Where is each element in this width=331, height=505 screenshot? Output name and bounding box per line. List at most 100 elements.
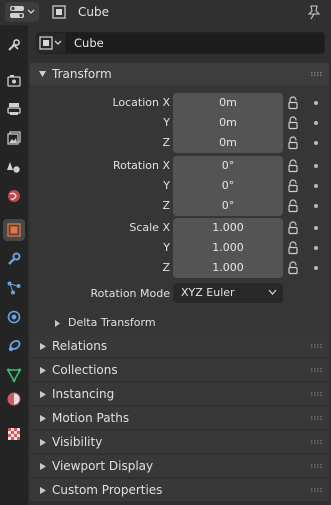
chevron-down-icon (39, 71, 46, 77)
location-z-keyframe-dot[interactable] (314, 141, 318, 145)
drag-grip-icon[interactable] (311, 392, 323, 396)
panel-header-instancing[interactable]: Instancing (30, 383, 329, 405)
panel-title: Instancing (52, 387, 115, 401)
rotation-x-field[interactable]: 0° (173, 156, 283, 176)
rotation-x-lock-icon[interactable] (287, 159, 301, 173)
location-z-field[interactable]: 0m (173, 133, 283, 153)
object-name-field[interactable]: Cube (66, 32, 325, 54)
scale-z-lock-icon[interactable] (287, 261, 301, 275)
panel-title: Custom Properties (52, 483, 163, 497)
chevron-right-icon (40, 391, 46, 398)
location-z-lock-icon[interactable] (287, 136, 301, 150)
material-sphere-icon (7, 392, 21, 406)
tab-tool[interactable] (3, 34, 25, 56)
object-cube-icon (52, 5, 66, 19)
tab-world[interactable] (3, 185, 25, 207)
object-browse-dropdown[interactable] (36, 32, 66, 54)
pin-icon[interactable] (307, 4, 321, 20)
panel-title: Visibility (52, 435, 103, 449)
transform-panel-header[interactable]: Transform (30, 63, 329, 85)
render-camera-icon (7, 75, 21, 87)
chevron-right-icon (40, 463, 46, 470)
rotation-mode-select[interactable]: XYZ Euler (173, 283, 283, 303)
drag-grip-icon[interactable] (311, 416, 323, 420)
location-y-keyframe-dot[interactable] (314, 121, 318, 125)
delta-transform-header[interactable]: Delta Transform (32, 313, 331, 333)
scale-y-field[interactable]: 1.000 (173, 238, 283, 258)
rotation-y-lock-icon[interactable] (287, 179, 301, 193)
tab-constraints[interactable] (3, 335, 25, 357)
tab-output[interactable] (3, 98, 25, 120)
scale-z-field[interactable]: 1.000 (173, 258, 283, 278)
rotation-x-label: Rotation X (112, 159, 170, 172)
drag-grip-icon[interactable] (311, 72, 323, 76)
chevron-right-icon (40, 367, 46, 374)
location-x-lock-icon[interactable] (287, 96, 301, 110)
scale-x-keyframe-dot[interactable] (314, 226, 318, 230)
object-name-bar: Cube (36, 32, 325, 54)
location-x-keyframe-dot[interactable] (314, 101, 318, 105)
properties-editor-icon (10, 6, 35, 18)
panel-title: Transform (52, 67, 112, 81)
location-x-field[interactable]: 0m (173, 93, 283, 113)
scene-cone-sphere-icon (7, 162, 20, 173)
panel-title: Viewport Display (52, 459, 154, 473)
rotation-y-keyframe-dot[interactable] (314, 184, 318, 188)
tab-particles[interactable] (3, 277, 25, 299)
rotation-z-keyframe-dot[interactable] (314, 204, 318, 208)
physics-orbit-icon (7, 310, 21, 324)
rotation-y-label: Y (163, 179, 170, 192)
tab-material[interactable] (3, 388, 25, 410)
drag-grip-icon[interactable] (311, 344, 323, 348)
scale-y-lock-icon[interactable] (287, 241, 301, 255)
scale-y-label: Y (163, 241, 170, 254)
editor-type-dropdown[interactable] (5, 2, 39, 22)
object-square-icon (7, 223, 21, 237)
rotation-z-lock-icon[interactable] (287, 199, 301, 213)
tab-scene[interactable] (3, 156, 25, 178)
tab-data[interactable] (3, 364, 25, 386)
object-constraint-icon (8, 340, 21, 352)
drag-grip-icon[interactable] (311, 368, 323, 372)
tab-object[interactable] (3, 219, 25, 241)
location-y-label: Y (163, 116, 170, 129)
location-y-field[interactable]: 0m (173, 113, 283, 133)
properties-header: Cube (0, 0, 331, 25)
chevron-right-icon (40, 439, 46, 446)
panel-header-visibility[interactable]: Visibility (30, 431, 329, 453)
panel-header-collections[interactable]: Collections (30, 359, 329, 381)
panel-title: Motion Paths (52, 411, 130, 425)
panel-header-viewport-display[interactable]: Viewport Display (30, 455, 329, 477)
scale-x-field[interactable]: 1.000 (173, 218, 283, 238)
scale-x-lock-icon[interactable] (287, 221, 301, 235)
tab-render[interactable] (3, 69, 25, 91)
scale-x-label: Scale X (129, 221, 170, 234)
panel-title: Relations (52, 339, 108, 353)
output-printer-icon (7, 103, 21, 115)
rotation-x-keyframe-dot[interactable] (314, 164, 318, 168)
modifier-wrench-icon (8, 252, 21, 265)
location-y-lock-icon[interactable] (287, 116, 301, 130)
world-globe-icon (8, 190, 20, 202)
rotation-z-field[interactable]: 0° (173, 196, 283, 216)
scale-z-keyframe-dot[interactable] (314, 266, 318, 270)
drag-grip-icon[interactable] (311, 488, 323, 492)
texture-checker-icon (8, 428, 20, 440)
tab-texture[interactable] (3, 423, 25, 445)
location-x-label: Location X (112, 96, 170, 109)
rotation-mode-label: Rotation Mode (90, 287, 170, 300)
delta-transform-label: Delta Transform (68, 316, 156, 329)
drag-grip-icon[interactable] (311, 440, 323, 444)
panel-header-custom-properties[interactable]: Custom Properties (30, 479, 329, 501)
mesh-data-triangle-icon (6, 368, 22, 383)
chevron-down-icon (268, 289, 277, 295)
scale-y-keyframe-dot[interactable] (314, 246, 318, 250)
tab-modifiers[interactable] (3, 248, 25, 270)
rotation-mode-value: XYZ Euler (181, 286, 235, 299)
tab-view-layer[interactable] (3, 127, 25, 149)
panel-header-motion-paths[interactable]: Motion Paths (30, 407, 329, 429)
drag-grip-icon[interactable] (311, 464, 323, 468)
panel-header-relations[interactable]: Relations (30, 335, 329, 357)
tab-physics[interactable] (3, 306, 25, 328)
rotation-y-field[interactable]: 0° (173, 176, 283, 196)
